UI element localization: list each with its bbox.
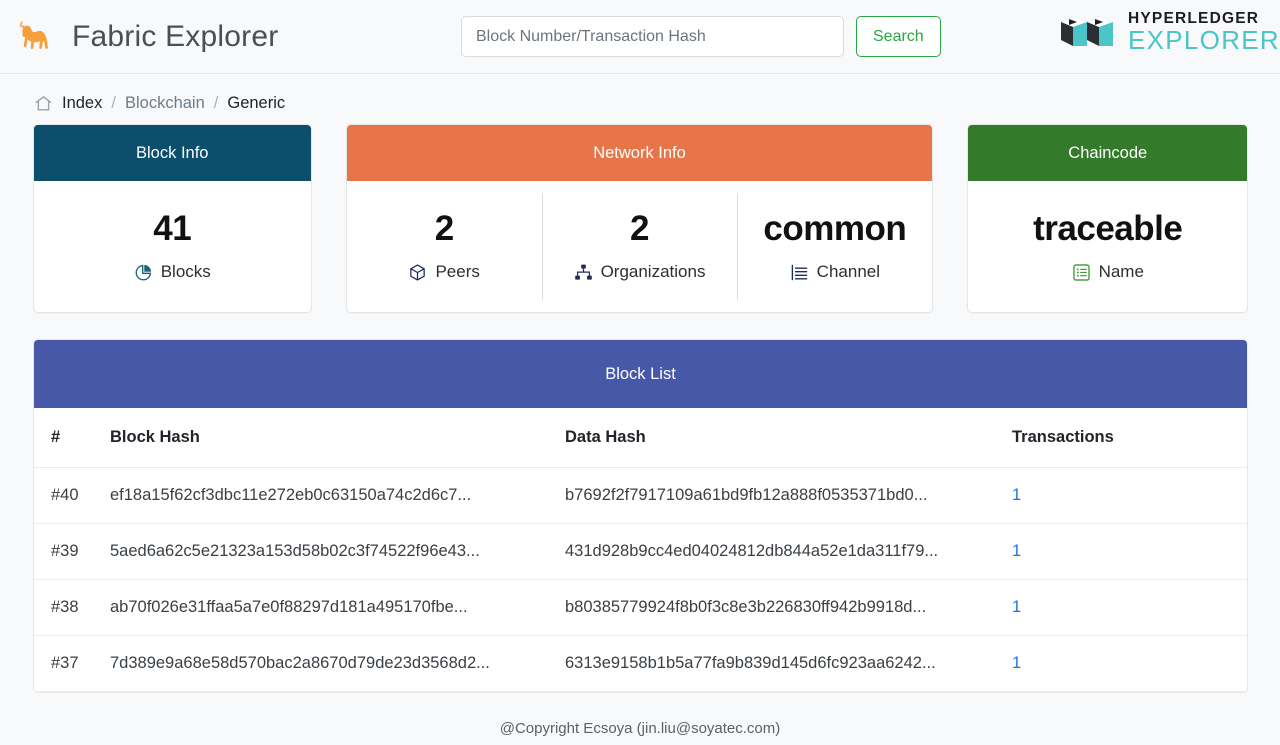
column-header-block-hash[interactable]: Block Hash (110, 408, 565, 468)
cell-block-hash: 5aed6a62c5e21323a153d58b02c3f74522f96e43… (110, 523, 565, 580)
transactions-link[interactable]: 1 (1012, 486, 1021, 504)
stat-blocks: 41 Blocks (34, 181, 311, 312)
list-box-icon (1072, 263, 1090, 281)
breadcrumb-separator: / (111, 93, 116, 112)
stat-chaincode-name-value: traceable (1033, 209, 1183, 248)
column-header-number[interactable]: # (34, 408, 110, 468)
stat-organizations-value: 2 (630, 209, 649, 248)
stat-chaincode-name: traceable Name (968, 181, 1247, 312)
stat-peers-value: 2 (434, 209, 454, 248)
cell-block-number: #37 (34, 635, 110, 692)
cell-transactions: 1 (1012, 523, 1247, 580)
summary-cards: Block Info 41 Blocks Network Info 2 Peer… (0, 116, 1280, 313)
brand[interactable]: Fabric Explorer (14, 18, 278, 56)
table-row[interactable]: #40 ef18a15f62cf3dbc11e272eb0c63150a74c2… (34, 467, 1247, 524)
stat-peers: 2 Peers (347, 181, 542, 312)
list-lines-icon (791, 264, 807, 280)
cell-block-number: #38 (34, 579, 110, 636)
stat-organizations: 2 Organizations (541, 181, 737, 312)
stat-peers-label: Peers (435, 262, 480, 281)
stat-peers-label-wrap: Peers (408, 262, 480, 282)
transactions-link[interactable]: 1 (1012, 654, 1021, 672)
camel-icon (19, 20, 48, 49)
cube-icon (410, 263, 426, 281)
block-list-tbody: #40 ef18a15f62cf3dbc11e272eb0c63150a74c2… (34, 467, 1247, 692)
stat-channel-value: common (763, 209, 907, 248)
card-chaincode: Chaincode traceable Name (967, 124, 1248, 313)
table-row[interactable]: #37 7d389e9a68e58d570bac2a8670d79de23d35… (34, 635, 1247, 692)
stat-blocks-value: 41 (153, 209, 192, 248)
card-chaincode-header: Chaincode (968, 125, 1247, 181)
cell-data-hash: b80385779924f8b0f3c8e3b226830ff942b9918d… (565, 579, 1012, 636)
hyperledger-wordmark-top: HYPERLEDGER (1127, 9, 1260, 27)
cell-block-number: #39 (34, 523, 110, 580)
breadcrumb-item-blockchain[interactable]: Blockchain (125, 94, 205, 113)
card-block-info: Block Info 41 Blocks (33, 124, 312, 313)
breadcrumb: Index / Blockchain / Generic (0, 74, 1280, 116)
pie-chart-icon (135, 264, 151, 280)
block-list-table: # Block Hash Data Hash Transactions #40 … (34, 408, 1247, 692)
stat-channel-label-wrap: Channel (790, 262, 880, 282)
copyright-text: @Copyright Ecsoya (jin.liu@soyatec.com) (499, 719, 781, 737)
breadcrumb-item-generic: Generic (227, 93, 286, 112)
table-row[interactable]: #38 ab70f026e31ffaa5a7e0f88297d181a49517… (34, 579, 1247, 636)
cell-data-hash: 431d928b9cc4ed04024812db844a52e1da311f79… (565, 523, 1012, 580)
hyperledger-explorer-logo: HYPERLEDGER EXPLORER (1057, 10, 1280, 54)
block-list-thead: # Block Hash Data Hash Transactions (34, 408, 1247, 468)
cell-block-number: #40 (34, 467, 110, 524)
card-block-info-header: Block Info (34, 125, 311, 181)
breadcrumb-item-index[interactable]: Index (62, 94, 102, 113)
sitemap-icon (574, 264, 592, 280)
home-icon[interactable] (34, 94, 53, 113)
cell-block-hash: ab70f026e31ffaa5a7e0f88297d181a495170fbe… (110, 579, 565, 636)
stat-channel: common Channel (737, 181, 932, 312)
stat-organizations-label: Organizations (600, 262, 706, 281)
cell-data-hash: b7692f2f7917109a61bd9fb12a888f0535371bd0… (565, 467, 1012, 524)
table-row[interactable]: #39 5aed6a62c5e21323a153d58b02c3f74522f9… (34, 523, 1247, 580)
block-list-panel: Block List # Block Hash Data Hash Transa… (33, 339, 1248, 693)
transactions-link[interactable]: 1 (1012, 542, 1021, 560)
cell-block-hash: 7d389e9a68e58d570bac2a8670d79de23d3568d2… (110, 635, 565, 692)
brand-title: Fabric Explorer (72, 19, 279, 53)
card-network-info-header: Network Info (346, 125, 933, 181)
breadcrumb-separator: / (213, 93, 219, 112)
hyperledger-wordmark-bottom: EXPLORER (1127, 25, 1280, 56)
transactions-link[interactable]: 1 (1012, 598, 1021, 616)
column-header-transactions[interactable]: Transactions (1012, 408, 1247, 468)
stat-blocks-label: Blocks (160, 262, 211, 281)
search-area: Search (461, 16, 941, 57)
cell-transactions: 1 (1012, 467, 1247, 524)
table-header-row: # Block Hash Data Hash Transactions (34, 408, 1247, 468)
block-list-header: Block List (34, 340, 1247, 408)
stat-chaincode-name-label: Name (1098, 262, 1144, 281)
stat-chaincode-name-label-wrap: Name (1072, 262, 1144, 282)
page-footer: @Copyright Ecsoya (jin.liu@soyatec.com) (0, 711, 1280, 745)
stat-channel-label: Channel (816, 262, 880, 281)
search-input[interactable] (461, 16, 844, 57)
cell-transactions: 1 (1012, 579, 1247, 636)
stat-organizations-label-wrap: Organizations (574, 262, 706, 282)
top-navbar: Fabric Explorer Search HYPERLEDGER EXPLO… (0, 0, 1280, 74)
cell-block-hash: ef18a15f62cf3dbc11e272eb0c63150a74c2d6c7… (110, 467, 565, 524)
hyperledger-blocks-icon (1060, 16, 1113, 46)
cell-data-hash: 6313e9158b1b5a77fa9b839d145d6fc923aa6242… (565, 635, 1012, 692)
stat-blocks-label-wrap: Blocks (134, 262, 211, 282)
cell-transactions: 1 (1012, 635, 1247, 692)
column-header-data-hash[interactable]: Data Hash (565, 408, 1012, 468)
search-button[interactable]: Search (856, 16, 941, 57)
card-network-info: Network Info 2 Peers 2 Organizations com… (345, 124, 934, 313)
